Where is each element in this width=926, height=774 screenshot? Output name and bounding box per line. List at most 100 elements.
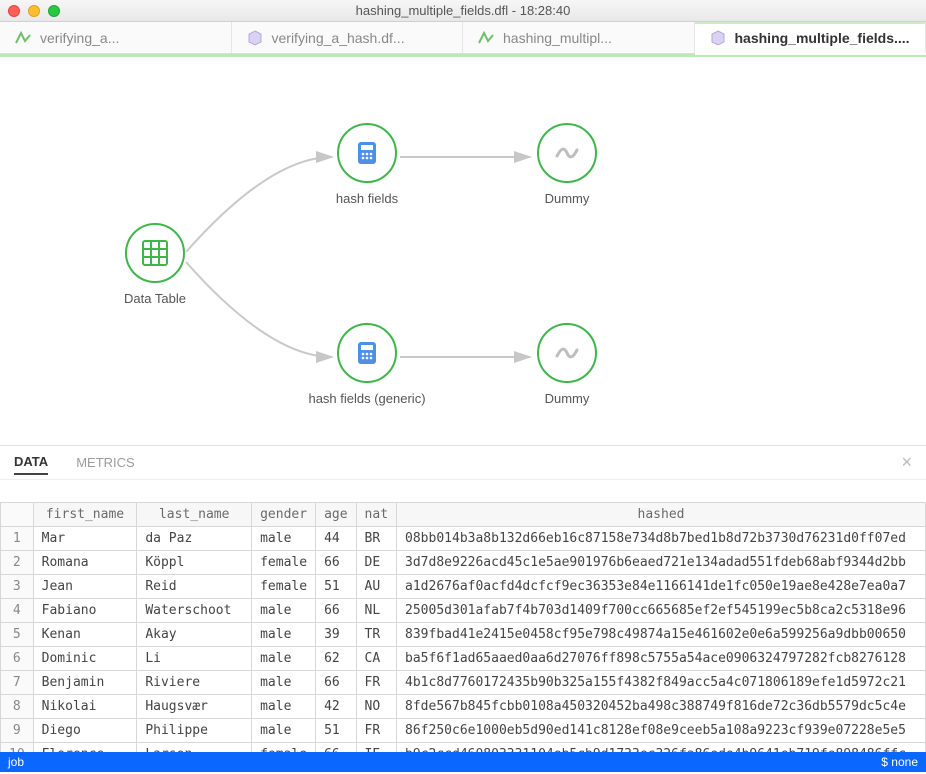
table-cell: 66 bbox=[316, 551, 356, 575]
table-cell: NO bbox=[356, 695, 396, 719]
block-icon bbox=[709, 29, 727, 47]
tab-label: hashing_multiple_fields.... bbox=[735, 30, 910, 46]
tab-verifying-a[interactable]: verifying_a... bbox=[0, 22, 232, 53]
node-dummy-top[interactable]: Dummy bbox=[522, 123, 612, 206]
node-dummy-bottom[interactable]: Dummy bbox=[522, 323, 612, 406]
rownum-header bbox=[1, 503, 34, 527]
table-cell: Philippe bbox=[137, 719, 252, 743]
table-cell: Haugsvær bbox=[137, 695, 252, 719]
table-cell: male bbox=[252, 671, 316, 695]
table-cell: female bbox=[252, 575, 316, 599]
col-first-name[interactable]: first_name bbox=[33, 503, 137, 527]
table-cell: Akay bbox=[137, 623, 252, 647]
table-cell: BR bbox=[356, 527, 396, 551]
flow-canvas[interactable]: Data Table hash fields Dummy hash fields… bbox=[0, 57, 926, 445]
panel-tab-metrics[interactable]: METRICS bbox=[76, 451, 135, 474]
table-cell: male bbox=[252, 647, 316, 671]
table-cell: TR bbox=[356, 623, 396, 647]
node-label: Dummy bbox=[522, 191, 612, 206]
table-cell: Romana bbox=[33, 551, 137, 575]
table-cell: Diego bbox=[33, 719, 137, 743]
table-cell: Köppl bbox=[137, 551, 252, 575]
table-cell: male bbox=[252, 599, 316, 623]
table-cell: Reid bbox=[137, 575, 252, 599]
table-cell: Dominic bbox=[33, 647, 137, 671]
data-table: first_name last_name gender age nat hash… bbox=[0, 502, 926, 752]
table-row[interactable]: 10FlorenceLarsonfemale66IEb9c2ccd4608033… bbox=[1, 743, 926, 753]
table-cell: 66 bbox=[316, 743, 356, 753]
node-hash-fields-generic[interactable]: hash fields (generic) bbox=[292, 323, 442, 406]
table-cell: Kenan bbox=[33, 623, 137, 647]
table-row[interactable]: 3JeanReidfemale51AUa1d2676af0acfd4dcfcf9… bbox=[1, 575, 926, 599]
table-cell: 4b1c8d7760172435b90b325a155f4382f849acc5… bbox=[397, 671, 926, 695]
table-cell: Fabiano bbox=[33, 599, 137, 623]
close-panel-button[interactable]: × bbox=[901, 452, 912, 473]
tab-hashing-multiple-flow[interactable]: hashing_multipl... bbox=[463, 22, 695, 53]
table-cell: FR bbox=[356, 719, 396, 743]
table-row[interactable]: 2RomanaKöpplfemale66DE3d7d8e9226acd45c1e… bbox=[1, 551, 926, 575]
col-nat[interactable]: nat bbox=[356, 503, 396, 527]
table-cell: Waterschoot bbox=[137, 599, 252, 623]
wave-icon bbox=[537, 123, 597, 183]
table-cell: 25005d301afab7f4b703d1409f700cc665685ef2… bbox=[397, 599, 926, 623]
row-number: 4 bbox=[1, 599, 34, 623]
panel-tabs: DATA METRICS × bbox=[0, 446, 926, 480]
node-label: hash fields bbox=[322, 191, 412, 206]
table-icon bbox=[125, 223, 185, 283]
table-cell: male bbox=[252, 527, 316, 551]
col-gender[interactable]: gender bbox=[252, 503, 316, 527]
panel-tab-data[interactable]: DATA bbox=[14, 450, 48, 475]
table-row[interactable]: 9DiegoPhilippemale51FR86f250c6e1000eb5d9… bbox=[1, 719, 926, 743]
table-row[interactable]: 8NikolaiHaugsværmale42NO8fde567b845fcbb0… bbox=[1, 695, 926, 719]
table-cell: Nikolai bbox=[33, 695, 137, 719]
col-age[interactable]: age bbox=[316, 503, 356, 527]
table-cell: male bbox=[252, 719, 316, 743]
block-icon bbox=[246, 29, 264, 47]
table-cell: 51 bbox=[316, 719, 356, 743]
table-cell: male bbox=[252, 695, 316, 719]
table-row[interactable]: 5KenanAkaymale39TR839fbad41e2415e0458cf9… bbox=[1, 623, 926, 647]
col-hashed[interactable]: hashed bbox=[397, 503, 926, 527]
tab-label: verifying_a_hash.df... bbox=[272, 30, 405, 46]
table-cell: Larson bbox=[137, 743, 252, 753]
table-cell: b9c2ccd460803331104eb5cb9d1733ec326fa86e… bbox=[397, 743, 926, 753]
window-titlebar: hashing_multiple_fields.dfl - 18:28:40 bbox=[0, 0, 926, 22]
row-number: 6 bbox=[1, 647, 34, 671]
row-number: 3 bbox=[1, 575, 34, 599]
node-label: hash fields (generic) bbox=[292, 391, 442, 406]
table-cell: 44 bbox=[316, 527, 356, 551]
table-cell: 42 bbox=[316, 695, 356, 719]
window-title: hashing_multiple_fields.dfl - 18:28:40 bbox=[0, 3, 926, 18]
table-cell: FR bbox=[356, 671, 396, 695]
row-number: 7 bbox=[1, 671, 34, 695]
col-last-name[interactable]: last_name bbox=[137, 503, 252, 527]
row-number: 9 bbox=[1, 719, 34, 743]
flow-icon bbox=[477, 29, 495, 47]
node-data-table[interactable]: Data Table bbox=[110, 223, 200, 306]
table-row[interactable]: 4FabianoWaterschootmale66NL25005d301afab… bbox=[1, 599, 926, 623]
document-tabs: verifying_a... verifying_a_hash.df... ha… bbox=[0, 22, 926, 54]
tab-verifying-a-hash[interactable]: verifying_a_hash.df... bbox=[232, 22, 464, 53]
calculator-icon bbox=[337, 123, 397, 183]
table-cell: 62 bbox=[316, 647, 356, 671]
node-label: Data Table bbox=[110, 291, 200, 306]
status-left[interactable]: job bbox=[8, 755, 24, 769]
table-cell: Li bbox=[137, 647, 252, 671]
row-number: 8 bbox=[1, 695, 34, 719]
table-row[interactable]: 7BenjaminRivieremale66FR4b1c8d7760172435… bbox=[1, 671, 926, 695]
row-number: 2 bbox=[1, 551, 34, 575]
table-cell: Benjamin bbox=[33, 671, 137, 695]
status-right[interactable]: $ none bbox=[881, 755, 918, 769]
tab-hashing-multiple-fields[interactable]: hashing_multiple_fields.... bbox=[695, 22, 926, 53]
node-hash-fields[interactable]: hash fields bbox=[322, 123, 412, 206]
table-cell: Riviere bbox=[137, 671, 252, 695]
table-cell: IE bbox=[356, 743, 396, 753]
table-cell: Florence bbox=[33, 743, 137, 753]
table-row[interactable]: 6DominicLimale62CAba5f6f1ad65aaed0aa6d27… bbox=[1, 647, 926, 671]
table-row[interactable]: 1Marda Pazmale44BR08bb014b3a8b132d66eb16… bbox=[1, 527, 926, 551]
table-cell: da Paz bbox=[137, 527, 252, 551]
table-cell: female bbox=[252, 551, 316, 575]
node-label: Dummy bbox=[522, 391, 612, 406]
table-cell: CA bbox=[356, 647, 396, 671]
data-sheet-scroll[interactable]: first_name last_name gender age nat hash… bbox=[0, 480, 926, 752]
